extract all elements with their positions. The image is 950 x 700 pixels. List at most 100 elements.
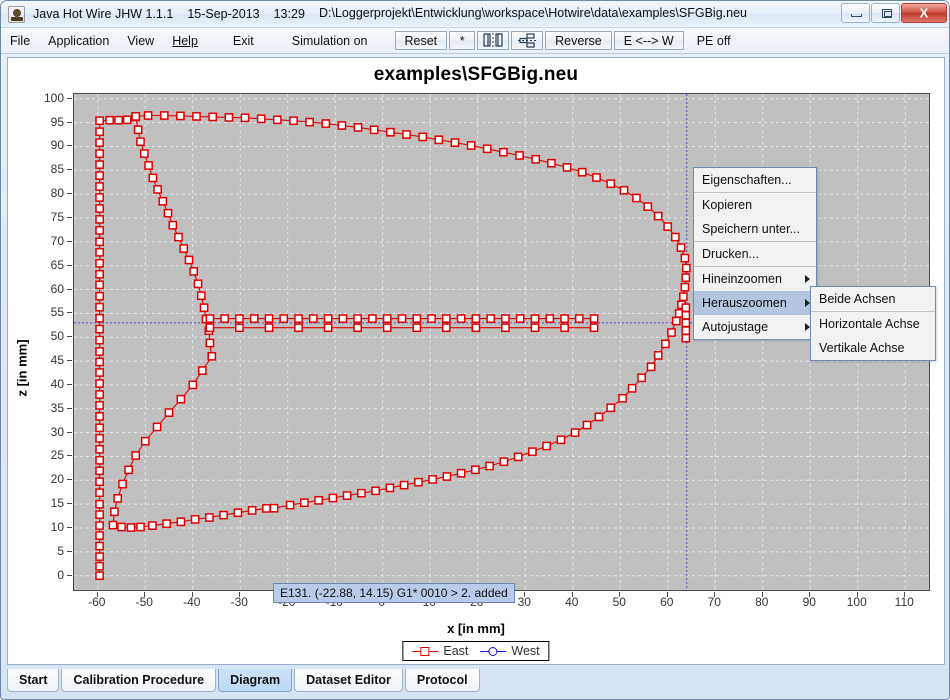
y-tick-label: 25 [50,448,64,463]
x-tick-mark [571,592,573,597]
x-tick-mark [191,592,193,597]
x-tick-label: -30 [230,595,248,609]
legend-marker-west [480,646,507,657]
x-tick-label: 100 [846,595,867,609]
x-tick-mark [524,592,526,597]
exit-button[interactable]: Exit [221,28,266,53]
menu-help-label: Help [172,33,198,48]
toolbar-reverse[interactable]: Reverse [545,31,612,50]
y-tick-label: 90 [50,138,64,153]
menu-help[interactable]: Help [163,28,207,53]
pe-toggle[interactable]: PE off [685,28,743,53]
maximize-button[interactable] [871,3,900,23]
x-tick-label: 80 [755,595,769,609]
ctx-autojustage-label: Autojustage [702,320,769,334]
x-tick-mark [96,592,98,597]
context-submenu[interactable]: Beide Achsen Horizontale Achse Vertikale… [810,286,936,361]
y-tick-label: 45 [50,353,64,368]
y-tick-label: 30 [50,424,64,439]
legend-entry-east: East [412,644,468,658]
window-title-date: 15-Sep-2013 [187,7,260,21]
ctx-drucken[interactable]: Drucken... [694,242,816,266]
y-tick-label: 15 [50,496,64,511]
y-tick-mark [67,121,72,123]
ctx-kopieren[interactable]: Kopieren [694,193,816,217]
y-tick-mark [67,312,72,314]
y-tick-label: 65 [50,257,64,272]
x-tick-mark [239,592,241,597]
x-tick-mark [761,592,763,597]
ctx-speichern-unter[interactable]: Speichern unter... [694,217,816,241]
mirror-icon [483,33,503,48]
chevron-right-icon [805,275,810,283]
legend-entry-west: West [480,644,540,658]
y-tick-label: 40 [50,376,64,391]
y-tick-mark [67,503,72,505]
x-tick-mark [666,592,668,597]
menu-application[interactable]: Application [39,28,118,53]
window-title-app: Java Hot Wire JHW 1.1.1 [33,7,174,21]
data-point-annotation: E131. (-22.88, 14.15) G1* 0010 > 2. adde… [273,583,515,603]
menu-file[interactable]: File [1,28,39,53]
tab-calibration-procedure[interactable]: Calibration Procedure [61,669,217,692]
y-tick-label: 70 [50,233,64,248]
toolbar-tree-button[interactable] [511,31,544,50]
simulation-toggle[interactable]: Simulation on [280,28,380,53]
y-tick-label: 60 [50,281,64,296]
application-window: Java Hot Wire JHW 1.1.1 15-Sep-2013 13:29 … [0,0,950,700]
x-tick-mark [144,592,146,597]
title-bar: Java Hot Wire JHW 1.1.1 15-Sep-2013 13:29 … [1,1,949,28]
y-tick-mark [67,193,72,195]
ctx-herauszoomen-label: Herauszoomen [702,296,787,310]
x-axis-label: x [in mm] [447,621,505,636]
legend-label-east: East [443,644,469,658]
y-tick-label: 100 [43,90,64,105]
x-tick-mark [904,592,906,597]
diagram-panel: examples\SFGBig.neu z [in mm] x [in mm] … [7,57,945,665]
context-menu[interactable]: Eigenschaften... Kopieren Speichern unte… [693,167,817,340]
y-tick-mark [67,383,72,385]
x-tick-label: -60 [88,595,106,609]
tab-protocol[interactable]: Protocol [404,669,480,692]
x-tick-label: 60 [660,595,674,609]
chart-title: examples\SFGBig.neu [373,64,579,85]
toolbar-east-west[interactable]: E <--> W [613,31,684,50]
minimize-button[interactable] [841,3,870,23]
toolbar-asterisk[interactable]: * [449,31,476,50]
window-title-path: D:\Loggerprojekt\Entwicklung\workspace\H… [319,6,747,20]
tab-start[interactable]: Start [7,669,60,692]
y-tick-mark [67,527,72,528]
toolbar-mirror-button[interactable] [477,31,510,50]
y-tick-mark [67,407,72,409]
window-controls: X [840,3,947,23]
toolbar-reset[interactable]: Reset [394,31,448,50]
menu-view[interactable]: View [118,28,163,53]
chart-legend: East West [402,641,550,661]
tab-dataset-editor[interactable]: Dataset Editor [294,669,403,692]
y-tick-label: 95 [50,114,64,129]
x-tick-mark [619,592,621,597]
y-tick-label: 50 [50,329,64,344]
submenu-beide-achsen[interactable]: Beide Achsen [811,287,935,311]
y-tick-mark [67,97,72,99]
ctx-eigenschaften[interactable]: Eigenschaften... [694,168,816,192]
ctx-hineinzoomen[interactable]: Hineinzoomen [694,267,816,291]
submenu-vertikale-achse[interactable]: Vertikale Achse [811,336,935,360]
ctx-herauszoomen[interactable]: Herauszoomen [694,291,816,315]
ctx-hineinzoomen-label: Hineinzoomen [702,272,782,286]
close-icon: X [919,5,929,21]
x-tick-label: 50 [612,595,626,609]
y-tick-mark [67,479,72,481]
tab-diagram[interactable]: Diagram [218,669,293,692]
menu-toolbar: File Application View Help Exit Simulati… [1,28,949,54]
tree-icon [518,33,537,48]
close-button[interactable]: X [901,3,947,23]
ctx-autojustage[interactable]: Autojustage [694,315,816,339]
y-tick-mark [67,217,72,218]
bottom-tab-bar: Start Calibration Procedure Diagram Data… [7,669,945,695]
y-tick-label: 0 [57,567,64,582]
x-tick-label: 90 [802,595,816,609]
x-tick-label: 70 [707,595,721,609]
y-tick-label: 55 [50,305,64,320]
submenu-horizontale-achse[interactable]: Horizontale Achse [811,312,935,336]
